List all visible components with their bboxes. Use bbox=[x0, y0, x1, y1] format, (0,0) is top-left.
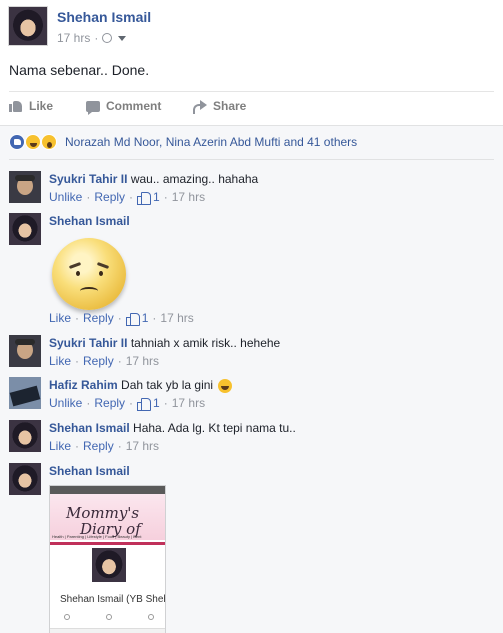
haha-reaction-icon bbox=[25, 134, 41, 150]
audience-dropdown-icon[interactable] bbox=[118, 35, 127, 41]
thumbs-up-icon bbox=[137, 191, 152, 205]
wow-reaction-icon bbox=[41, 134, 57, 150]
reply-link[interactable]: Reply bbox=[83, 311, 114, 325]
comment-actions: Like · Reply · 17 hrs bbox=[49, 439, 160, 453]
commenter-name[interactable]: Syukri Tahir II bbox=[49, 172, 127, 186]
commenter-avatar[interactable] bbox=[9, 420, 41, 452]
commenter-name[interactable]: Shehan Ismail bbox=[49, 421, 130, 435]
like-link[interactable]: Like bbox=[49, 439, 71, 453]
comment-text: tahniah x amik risk.. hehehe bbox=[130, 336, 281, 350]
reply-link[interactable]: Reply bbox=[94, 190, 125, 204]
comment-timestamp[interactable]: 17 hrs bbox=[126, 354, 159, 368]
comment-timestamp[interactable]: 17 hrs bbox=[160, 311, 193, 325]
comment-icon bbox=[86, 100, 100, 115]
comment-photo-attachment[interactable]: Mommy's Diary of Health | Parenting | Li… bbox=[49, 485, 166, 633]
photo-profile-name: Shehan Ismail (YB Shehan) bbox=[60, 594, 165, 605]
author-avatar[interactable] bbox=[8, 6, 48, 46]
comment-text: Haha. Ada lg. Kt tepi nama tu.. bbox=[133, 421, 296, 435]
unlike-link[interactable]: Unlike bbox=[49, 190, 82, 204]
thumbs-up-icon bbox=[137, 397, 152, 411]
commenter-name[interactable]: Shehan Ismail bbox=[49, 464, 130, 478]
like-reaction-icon bbox=[9, 134, 25, 150]
comment-like-count[interactable]: 1 bbox=[125, 311, 148, 326]
commenter-name[interactable]: Hafiz Rahim bbox=[49, 378, 118, 392]
unlike-link[interactable]: Unlike bbox=[49, 396, 82, 410]
reply-link[interactable]: Reply bbox=[83, 439, 114, 453]
comment-text: Dah tak yb la gini bbox=[121, 378, 214, 392]
worried-face-sticker bbox=[49, 235, 129, 315]
comment-text: wau.. amazing.. hahaha bbox=[130, 172, 259, 186]
photo-icon bbox=[148, 614, 154, 620]
like-link[interactable]: Like bbox=[49, 354, 71, 368]
commenter-avatar[interactable] bbox=[9, 335, 41, 367]
comment-actions: Unlike · Reply · 1 · 17 hrs bbox=[49, 190, 206, 205]
photo-profile-avatar bbox=[90, 546, 128, 584]
commenter-avatar[interactable] bbox=[9, 213, 41, 245]
reactions-text[interactable]: Norazah Md Noor, Nina Azerin Abd Mufti a… bbox=[65, 135, 357, 149]
globe-icon bbox=[102, 33, 113, 43]
post-meta: 17 hrs · bbox=[57, 31, 127, 45]
photo-icon bbox=[64, 614, 70, 620]
comment-like-count[interactable]: 1 bbox=[137, 190, 160, 205]
post: Shehan Ismail 17 hrs · Nama sebenar.. Do… bbox=[0, 0, 503, 125]
laughing-emoji-icon bbox=[218, 378, 233, 393]
commenter-name[interactable]: Shehan Ismail bbox=[49, 214, 130, 228]
comments-area: Norazah Md Noor, Nina Azerin Abd Mufti a… bbox=[0, 125, 503, 633]
comment-actions: Like · Reply · 17 hrs bbox=[49, 354, 160, 368]
post-timestamp[interactable]: 17 hrs bbox=[57, 31, 90, 45]
comment-like-count[interactable]: 1 bbox=[137, 396, 160, 411]
share-button[interactable]: Share bbox=[193, 99, 246, 114]
comment-timestamp[interactable]: 17 hrs bbox=[172, 396, 205, 410]
share-icon bbox=[193, 100, 207, 114]
like-link[interactable]: Like bbox=[49, 311, 71, 325]
commenter-avatar[interactable] bbox=[9, 171, 41, 203]
reactions-summary[interactable]: Norazah Md Noor, Nina Azerin Abd Mufti a… bbox=[9, 134, 357, 150]
commenter-avatar[interactable] bbox=[9, 463, 41, 495]
photo-icon bbox=[106, 614, 112, 620]
reply-link[interactable]: Reply bbox=[94, 396, 125, 410]
commenter-avatar[interactable] bbox=[9, 377, 41, 409]
comment-button[interactable]: Comment bbox=[86, 99, 161, 115]
like-button[interactable]: Like bbox=[9, 99, 53, 113]
thumbs-up-icon bbox=[125, 312, 140, 326]
comment-actions: Like · Reply · 1 · 17 hrs bbox=[49, 311, 194, 326]
comment-timestamp[interactable]: 17 hrs bbox=[126, 439, 159, 453]
divider bbox=[9, 159, 494, 160]
commenter-name[interactable]: Syukri Tahir II bbox=[49, 336, 127, 350]
post-author-name[interactable]: Shehan Ismail bbox=[57, 9, 151, 25]
comment-actions: Unlike · Reply · 1 · 17 hrs bbox=[49, 396, 206, 411]
thumbs-up-icon bbox=[9, 100, 23, 112]
reply-link[interactable]: Reply bbox=[83, 354, 114, 368]
post-text: Nama sebenar.. Done. bbox=[9, 62, 150, 78]
post-action-bar: Like Comment Share bbox=[9, 91, 494, 123]
comment-timestamp[interactable]: 17 hrs bbox=[172, 190, 205, 204]
